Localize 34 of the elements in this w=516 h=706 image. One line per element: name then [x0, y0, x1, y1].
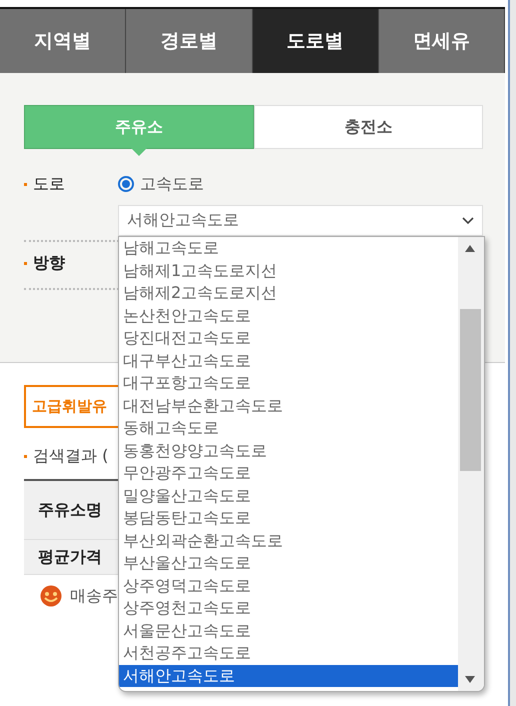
- dropdown-option[interactable]: 동홍천양양고속도로: [119, 440, 458, 462]
- dropdown-option[interactable]: 남해제2고속도로지선: [119, 282, 458, 304]
- dropdown-option[interactable]: 봉담동탄고속도로: [119, 507, 458, 530]
- radio-button[interactable]: [118, 176, 134, 192]
- nav-tab[interactable]: 지역별: [0, 9, 126, 73]
- chevron-icon: [462, 216, 474, 224]
- dropdown-option[interactable]: 대구부산고속도로: [119, 350, 458, 372]
- nav-tab[interactable]: 면세유: [378, 9, 505, 73]
- dropdown-option[interactable]: 남해고속도로: [119, 237, 458, 260]
- direction-label: 방향: [33, 252, 65, 274]
- dropdown-option[interactable]: 논산천안고속도로: [119, 304, 458, 327]
- dropdown-option[interactable]: 서울문산고속도로: [119, 620, 458, 642]
- dropdown-option[interactable]: 상주영덕고속도로: [119, 574, 458, 597]
- dropdown-option[interactable]: 상주영천고속도로: [119, 597, 458, 620]
- road-select[interactable]: 서해안고속도로: [118, 205, 483, 236]
- dropdown-option[interactable]: 부산울산고속도로: [119, 552, 458, 574]
- dropdown-option[interactable]: 밀양울산고속도로: [119, 484, 458, 507]
- road-label: 도로: [33, 174, 65, 194]
- dropdown-option[interactable]: 서천공주고속도로: [119, 642, 458, 664]
- up-arrow-icon[interactable]: [465, 245, 475, 252]
- smiley-icon: [40, 585, 62, 607]
- nav-tab[interactable]: 경로별: [126, 9, 252, 73]
- radio-label: 고속도로: [140, 174, 204, 194]
- scrollbar[interactable]: [458, 237, 484, 691]
- nav-tab[interactable]: 도로별: [252, 9, 379, 73]
- dropdown-option[interactable]: 당진대전고속도로: [119, 327, 458, 350]
- dropdown-option[interactable]: 서해안고속도로: [119, 664, 458, 687]
- station-name: 매송주: [70, 586, 118, 606]
- tab-pointer-icon: [130, 148, 147, 156]
- dropdown-option[interactable]: 남해제1고속도로지선: [119, 260, 458, 282]
- station-tab[interactable]: 충전소: [254, 105, 483, 149]
- down-arrow-icon[interactable]: [465, 676, 475, 683]
- scroll-thumb[interactable]: [460, 309, 481, 471]
- results-label: 검색결과 (: [33, 446, 108, 467]
